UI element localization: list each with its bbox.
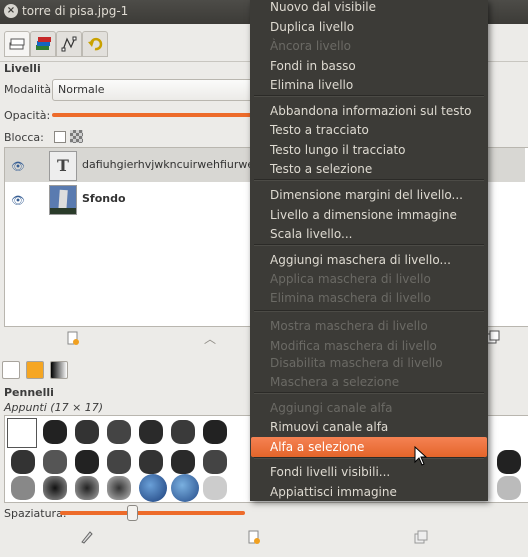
close-icon[interactable]: × [4,4,18,18]
raise-layer-icon[interactable]: ︿ [204,330,216,347]
mode-value: Normale [58,83,105,96]
menu-item[interactable]: Appiattisci immagine [270,482,397,502]
layer-name: dafiuhgierhvjwkncuirwehfiurwev... [82,158,271,171]
lock-label: Blocca: [4,131,44,144]
brush-clipboard[interactable] [7,418,37,448]
brush-item[interactable] [43,476,67,500]
new-layer-icon[interactable] [66,331,80,348]
brush-item[interactable] [11,450,35,474]
menu-item[interactable]: Àncora livello [270,36,351,56]
layers-heading: Livelli [4,62,41,75]
duplicate-brush-icon[interactable] [414,530,428,547]
opacity-label: Opacità: [4,109,51,122]
mouse-cursor-icon [414,446,428,466]
menu-item[interactable]: Rimuovi canale alfa [270,417,388,437]
menu-separator [254,244,484,246]
menu-item[interactable]: Aggiungi maschera di livello... [270,250,451,270]
menu-item[interactable]: Duplica livello [270,17,354,37]
tab-paths[interactable] [56,31,82,57]
spacing-slider[interactable] [60,511,245,515]
menu-item[interactable]: Fondi livelli visibili... [270,462,390,482]
menu-item[interactable]: Maschera a selezione [270,372,399,392]
visibility-eye-icon[interactable]: 👁 [11,194,25,207]
new-brush-icon[interactable] [247,530,261,547]
tab-layers[interactable] [4,31,30,57]
tab-channels[interactable] [30,31,56,57]
menu-item[interactable]: Aggiungi canale alfa [270,398,392,418]
menu-item[interactable]: Dimensione margini del livello... [270,185,463,205]
spacing-slider-handle[interactable] [127,505,138,521]
gradients-tab-icon[interactable] [50,361,68,379]
menu-item[interactable]: Nuovo dal visibile [270,0,376,17]
menu-item[interactable]: Elimina maschera di livello [270,288,431,308]
menu-item[interactable]: Testo a tracciato [270,120,369,140]
brush-item[interactable] [171,420,195,444]
channels-icon [36,37,51,50]
brush-item[interactable] [203,450,227,474]
menu-item[interactable]: Elimina livello [270,75,353,95]
edit-brush-icon[interactable] [80,530,94,547]
tab-undo-history[interactable] [82,31,108,57]
menu-separator [254,310,484,312]
duplicate-layer-icon[interactable] [486,330,500,347]
text-layer-thumbnail: T [49,151,77,181]
patterns-tab-icon[interactable] [26,361,44,379]
brush-item[interactable] [203,420,227,444]
brush-item[interactable] [43,450,67,474]
brush-item[interactable] [139,420,163,444]
brush-item[interactable] [497,450,521,474]
image-layer-thumbnail [49,185,77,215]
menu-separator [254,457,484,459]
brush-item[interactable] [171,450,195,474]
mode-label: Modalità: [4,83,55,96]
brush-subtitle: Appunti (17 × 17) [4,401,104,414]
brush-item[interactable] [43,420,67,444]
menu-item[interactable]: Applica maschera di livello [270,269,431,289]
menu-separator [254,95,484,97]
brushes-tab-icon[interactable] [2,361,20,379]
menu-item[interactable]: Scala livello... [270,224,352,244]
spacing-label: Spaziatura: [4,507,67,520]
brushes-heading: Pennelli [4,386,54,399]
brush-item[interactable] [75,420,99,444]
lock-alpha-icon[interactable] [70,130,83,143]
brush-item[interactable] [75,476,99,500]
menu-separator [254,179,484,181]
globe-brush-icon[interactable] [171,474,199,502]
brush-item[interactable] [75,450,99,474]
menu-item[interactable]: Livello a dimensione immagine [270,205,457,225]
brush-item[interactable] [139,450,163,474]
menu-item[interactable]: Abbandona informazioni sul testo [270,101,472,121]
window-title: torre di pisa.jpg-1 [22,4,129,18]
brush-item[interactable] [107,420,131,444]
mode-select[interactable]: Normale [52,79,264,101]
layers-icon [9,38,25,50]
menu-item[interactable]: Disabilita maschera di livello [270,353,443,373]
visibility-eye-icon[interactable]: 👁 [11,160,25,173]
globe-brush-icon[interactable] [139,474,167,502]
lock-pixels-checkbox[interactable] [54,131,66,143]
brush-item[interactable] [107,476,131,500]
brush-item[interactable] [203,476,227,500]
menu-separator [254,392,484,394]
menu-item[interactable]: Mostra maschera di livello [270,316,428,336]
paths-icon [61,36,77,52]
brush-item[interactable] [497,476,521,500]
opacity-slider[interactable] [52,113,252,117]
tower-image-icon [50,186,76,214]
menu-item[interactable]: Alfa a selezione [270,437,364,457]
brush-item[interactable] [107,450,131,474]
layer-context-menu: Nuovo dal visibile Duplica livello Àncora … [250,0,488,501]
undo-history-icon [88,37,103,51]
brush-item[interactable] [11,476,35,500]
menu-item[interactable]: Testo lungo il tracciato [270,140,406,160]
layer-name: Sfondo [82,192,126,205]
menu-item[interactable]: Fondi in basso [270,56,356,76]
menu-item[interactable]: Testo a selezione [270,159,372,179]
